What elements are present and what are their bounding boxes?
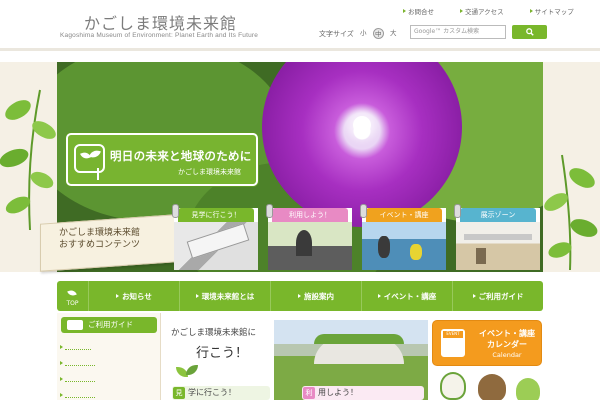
card-image — [174, 222, 258, 270]
event-button-line3: Calendar — [492, 351, 522, 359]
font-size-small[interactable]: 小 — [358, 28, 369, 39]
recommend-card-use[interactable]: 利用しよう！ — [266, 204, 352, 270]
event-calendar-button[interactable]: EVENT イベント・講座 カレンダー Calendar — [432, 320, 542, 366]
leaves-right-decoration — [544, 154, 598, 270]
visit-promo-title: かごしま環境未来館に — [171, 328, 257, 338]
paperclip-icon — [266, 204, 273, 218]
font-size-switcher: 文字サイズ 小 中 大 — [319, 28, 399, 39]
hero-banner-subtitle: かごしま環境未来館 — [178, 168, 241, 176]
visit-button-label: 学に行こう！ — [188, 388, 236, 397]
font-size-label: 文字サイズ — [319, 29, 354, 38]
recommend-card-visit[interactable]: 見学に行こう！ — [172, 204, 258, 270]
nav-item-guide[interactable]: ご利用ガイド — [453, 281, 543, 311]
card-tab: 見学に行こう！ — [178, 208, 254, 222]
search-icon — [525, 28, 534, 36]
recommend-label: かごしま環境未来館 おすすめコンテンツ — [40, 214, 176, 272]
green-roof-shape — [314, 334, 404, 344]
nav-item-about[interactable]: 環境未来館とは — [180, 281, 271, 311]
header-divider — [0, 48, 600, 51]
sidebar: ご利用ガイド — [57, 313, 161, 400]
main-nav: TOP お知らせ 環境未来館とは 施設案内 イベント・講座 ご利用ガイド — [57, 281, 543, 311]
vegetable-character-decoration — [440, 372, 466, 400]
sidebar-item[interactable] — [60, 377, 95, 382]
paperclip-icon — [360, 204, 367, 218]
sidebar-item[interactable] — [60, 393, 95, 398]
card-tab: 利用しよう！ — [272, 208, 348, 222]
recommend-label-line1: かごしま環境未来館 — [59, 228, 141, 238]
event-button-line2: カレンダー — [487, 340, 527, 349]
card-tab: イベント・講座 — [366, 208, 442, 222]
sidebar-heading: ご利用ガイド — [61, 317, 157, 333]
recommend-card-events[interactable]: イベント・講座 — [360, 204, 446, 270]
search-input[interactable]: Google™ カスタム検索 — [410, 25, 506, 39]
leaves-left-decoration — [0, 89, 56, 230]
top-link-sitemap[interactable]: サイトマップ — [530, 6, 574, 16]
card-image — [456, 222, 540, 270]
sidebar-item[interactable] — [60, 345, 91, 350]
flower-center — [353, 116, 371, 134]
nav-item-events[interactable]: イベント・講座 — [362, 281, 453, 311]
nav-item-facilities[interactable]: 施設案内 — [271, 281, 362, 311]
visit-button[interactable]: 見学に行こう！ — [172, 386, 270, 400]
sprout-icon — [74, 144, 105, 180]
vegetable-character-decoration — [478, 374, 506, 400]
page: かごしま環境未来館 Kagoshima Museum of Environmen… — [0, 0, 600, 400]
guide-icon — [67, 320, 83, 330]
use-badge: 利 — [303, 387, 315, 399]
event-button-line1: イベント・講座 — [479, 329, 535, 338]
top-link-contact[interactable]: お問合せ — [403, 6, 434, 16]
site-subtitle: Kagoshima Museum of Environment: Planet … — [60, 32, 259, 39]
recommend-label-line2: おすすめコンテンツ — [59, 240, 141, 250]
card-image — [268, 222, 352, 270]
visit-badge: 見 — [173, 387, 185, 399]
font-size-medium[interactable]: 中 — [372, 28, 384, 39]
card-tab: 展示ゾーン — [460, 208, 536, 222]
top-links: お問合せ 交通アクセス サイトマップ — [403, 6, 574, 16]
card-image — [362, 222, 446, 270]
vegetable-character-decoration — [516, 378, 540, 400]
site-title[interactable]: かごしま環境未来館 — [84, 10, 237, 34]
leaf-icon — [66, 285, 80, 297]
paperclip-icon — [172, 204, 179, 218]
hero-banner: 明日の未来と地球のために かごしま環境未来館 — [66, 133, 258, 186]
search-button[interactable] — [512, 25, 547, 39]
sidebar-item[interactable] — [60, 361, 95, 366]
top-link-access[interactable]: 交通アクセス — [460, 6, 504, 16]
hero-banner-title: 明日の未来と地球のために — [110, 149, 252, 163]
nav-top-label: TOP — [66, 300, 79, 307]
nav-item-news[interactable]: お知らせ — [89, 281, 180, 311]
calendar-badge: EVENT — [446, 331, 460, 336]
nav-top[interactable]: TOP — [57, 281, 89, 311]
sprout-icon — [172, 363, 202, 385]
recommend-card-exhibition[interactable]: 展示ゾーン — [454, 204, 540, 270]
use-button-label: 用しよう！ — [318, 388, 358, 397]
paperclip-icon — [454, 204, 461, 218]
sidebar-heading-label: ご利用ガイド — [88, 320, 133, 329]
font-size-large[interactable]: 大 — [388, 28, 399, 39]
calendar-icon: EVENT — [441, 329, 465, 357]
use-button[interactable]: 利用しよう！ — [302, 386, 424, 400]
visit-promo-heading: 行こう！ — [196, 346, 249, 361]
